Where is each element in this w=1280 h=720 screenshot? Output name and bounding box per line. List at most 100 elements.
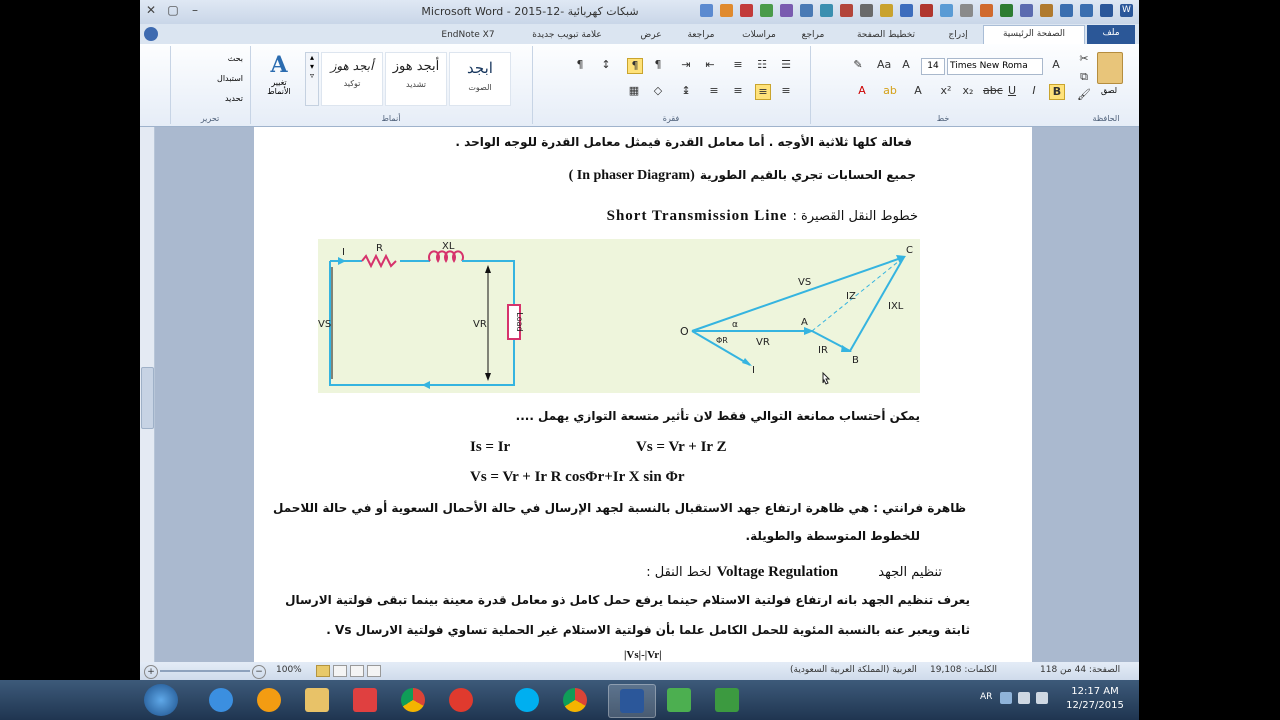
paste-icon[interactable] — [1097, 52, 1123, 84]
tab-file[interactable]: ملف — [1087, 25, 1135, 44]
taskbar-chrome-2[interactable] — [552, 684, 598, 716]
minimize-button[interactable]: – — [186, 2, 204, 18]
tab-review[interactable]: مراجعة — [675, 27, 727, 43]
qat-item-icon[interactable] — [780, 4, 793, 17]
style-item[interactable]: أبجد هوز توكيد — [321, 52, 383, 106]
document-page[interactable]: فعالة كلها ثلاثية الأوجه . أما معامل الق… — [254, 127, 1032, 662]
highlight-icon[interactable]: ab — [883, 84, 897, 98]
qat-item-icon[interactable] — [720, 4, 733, 17]
taskbar-skype[interactable] — [504, 684, 550, 716]
text-effects-icon[interactable]: A — [911, 84, 925, 98]
save-icon[interactable] — [1100, 4, 1113, 17]
taskbar-app-red[interactable] — [438, 684, 484, 716]
taskbar-camtasia[interactable] — [656, 684, 702, 716]
taskbar-media[interactable] — [246, 684, 292, 716]
word-count[interactable]: الكلمات: 19,108 — [930, 665, 997, 675]
underline-icon[interactable]: U — [1005, 84, 1019, 98]
taskbar-explorer[interactable] — [294, 684, 340, 716]
tab-page-layout[interactable]: تخطيط الصفحة — [840, 27, 932, 43]
multilevel-list-icon[interactable]: ≡ — [731, 58, 745, 72]
qat-item-icon[interactable] — [840, 4, 853, 17]
grow-font-icon[interactable]: A — [1049, 58, 1063, 72]
bold-icon[interactable]: B — [1049, 84, 1065, 100]
borders-icon[interactable]: ▦ — [627, 84, 641, 98]
tab-mailings[interactable]: مراسلات — [730, 27, 788, 43]
replace-button[interactable]: استبدال — [217, 74, 243, 83]
zoom-level[interactable]: 100% — [276, 665, 302, 675]
ltr-icon[interactable]: ¶ — [627, 58, 643, 74]
qat-item-icon[interactable] — [760, 4, 773, 17]
copy-icon[interactable]: ⧉ — [1077, 70, 1091, 84]
numbering-icon[interactable]: ☷ — [755, 58, 769, 72]
scroll-thumb[interactable] — [141, 367, 154, 429]
view-buttons[interactable] — [316, 665, 396, 677]
taskbar-chrome[interactable] — [390, 684, 436, 716]
styles-scroll[interactable]: ▴ ▾ ▿ — [305, 52, 319, 106]
qat-item-icon[interactable] — [900, 4, 913, 17]
help-icon[interactable] — [144, 27, 158, 41]
tab-new[interactable]: علامة تبويب جديدة — [508, 27, 626, 43]
zoom-out-icon[interactable]: − — [252, 665, 266, 679]
clear-formatting-icon[interactable]: ✎ — [851, 58, 865, 72]
taskbar-word[interactable] — [608, 684, 656, 718]
qat-item-icon[interactable] — [740, 4, 753, 17]
decrease-indent-icon[interactable]: ⇤ — [703, 58, 717, 72]
increase-indent-icon[interactable]: ⇥ — [679, 58, 693, 72]
network-icon[interactable] — [1018, 692, 1030, 704]
taskbar-ie[interactable] — [198, 684, 244, 716]
tab-references[interactable]: مراجع — [790, 27, 836, 43]
qat-item-icon[interactable] — [920, 4, 933, 17]
maximize-button[interactable]: ▢ — [164, 2, 182, 18]
system-clock[interactable]: 12:17 AM 12/27/2015 — [1060, 685, 1130, 713]
align-left-icon[interactable]: ≡ — [707, 84, 721, 98]
shrink-font-icon[interactable]: A — [899, 58, 913, 72]
style-item[interactable]: أبجد هوز تشديد — [385, 52, 447, 106]
change-case-icon[interactable]: Aa — [877, 58, 891, 72]
format-painter-icon[interactable]: 🖌 — [1077, 88, 1091, 102]
select-button[interactable]: تحديد — [225, 94, 243, 103]
qat-item-icon[interactable] — [960, 4, 973, 17]
subscript-icon[interactable]: x₂ — [961, 84, 975, 98]
qat-item-icon[interactable] — [860, 4, 873, 17]
qat-item-icon[interactable] — [1000, 4, 1013, 17]
qat-item-icon[interactable] — [820, 4, 833, 17]
align-center-icon[interactable]: ≡ — [731, 84, 745, 98]
view-icon[interactable] — [367, 665, 381, 677]
taskbar-camtasia-2[interactable] — [704, 684, 750, 716]
strikethrough-icon[interactable]: abc — [983, 84, 1003, 98]
view-icon[interactable] — [316, 665, 330, 677]
show-marks-icon[interactable]: ¶ — [573, 58, 587, 72]
tab-view[interactable]: عرض — [630, 27, 672, 43]
close-button[interactable]: ✕ — [142, 2, 160, 18]
vertical-scrollbar[interactable] — [140, 127, 155, 662]
page-count[interactable]: الصفحة: 44 من 118 — [1040, 665, 1120, 675]
zoom-slider[interactable] — [160, 670, 250, 672]
qat-item-icon[interactable] — [1040, 4, 1053, 17]
volume-icon[interactable] — [1036, 692, 1048, 704]
undo-icon[interactable] — [1060, 4, 1073, 17]
rtl-icon[interactable]: ¶ — [651, 58, 665, 72]
language-status[interactable]: العربية (المملكة العربية السعودية) — [790, 665, 917, 675]
sort-icon[interactable]: ↕ — [599, 58, 613, 72]
line-spacing-icon[interactable]: ↨ — [679, 84, 693, 98]
font-size-select[interactable]: 14 — [921, 58, 945, 75]
qat-item-icon[interactable] — [1020, 4, 1033, 17]
shading-icon[interactable]: ◇ — [651, 84, 665, 98]
cut-icon[interactable]: ✂ — [1077, 52, 1091, 66]
qat-item-icon[interactable] — [700, 4, 713, 17]
input-language[interactable]: AR — [980, 692, 992, 702]
find-button[interactable]: بحث — [228, 54, 243, 63]
qat-item-icon[interactable] — [800, 4, 813, 17]
start-button[interactable] — [144, 684, 178, 716]
italic-icon[interactable]: I — [1027, 84, 1041, 98]
qat-item-icon[interactable] — [940, 4, 953, 17]
qat-item-icon[interactable] — [980, 4, 993, 17]
tab-home[interactable]: الصفحة الرئيسية — [983, 25, 1085, 45]
zoom-in-icon[interactable]: + — [144, 665, 158, 679]
font-name-select[interactable]: Times New Roma — [947, 58, 1043, 75]
justify-icon[interactable]: ≡ — [755, 84, 771, 100]
redo-icon[interactable] — [1080, 4, 1093, 17]
align-right-icon[interactable]: ≡ — [779, 84, 793, 98]
change-styles-button[interactable]: A تغيير الأنماط — [259, 52, 299, 96]
font-color-icon[interactable]: A — [855, 84, 869, 98]
